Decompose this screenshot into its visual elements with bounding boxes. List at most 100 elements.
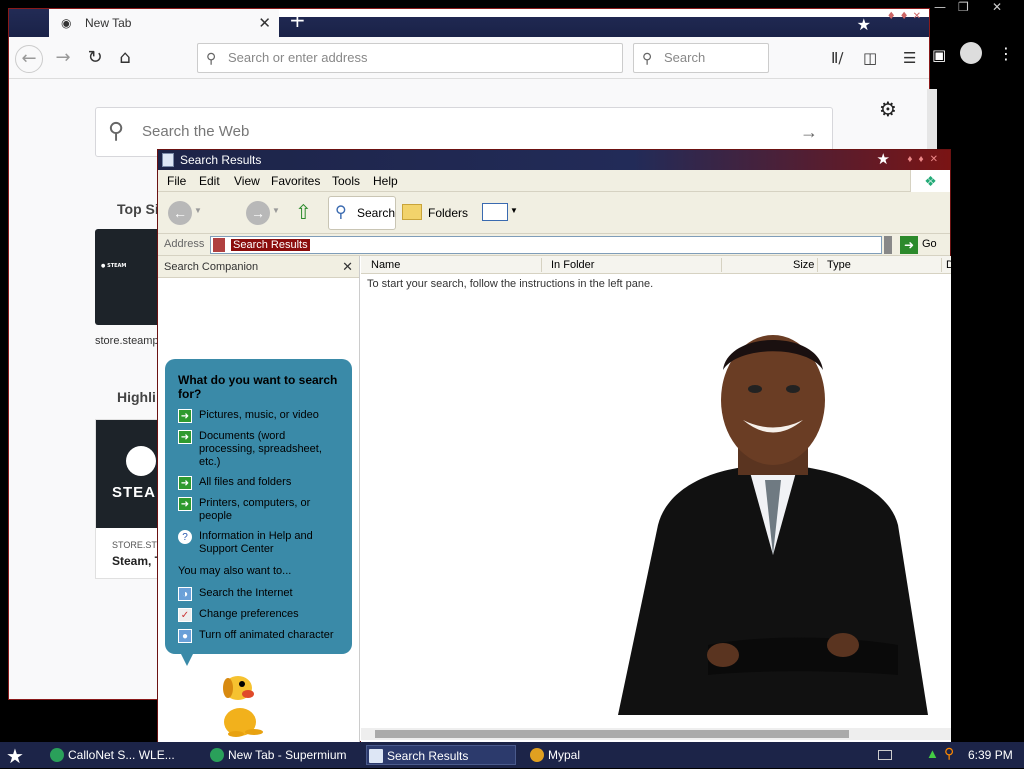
star-icon: ★ — [876, 151, 890, 168]
search-icon: ⚲ — [206, 50, 217, 66]
system-tray: ▲ ⚲ 6:39 PM — [922, 742, 1024, 768]
column-type[interactable]: Type — [827, 259, 851, 271]
green-arrow-icon: ➜ — [178, 497, 192, 511]
tab-strip-stripe — [269, 9, 929, 17]
folder-icon — [402, 204, 422, 220]
mypal-icon — [530, 748, 544, 762]
highlight-card[interactable]: STEA STORE.STE Steam, T — [95, 419, 165, 579]
menu-favorites[interactable]: Favorites — [271, 174, 320, 188]
column-headers: Name In Folder Size Type D — [361, 256, 954, 274]
menu-tools[interactable]: Tools — [332, 174, 360, 188]
taskbar-item-mypal[interactable]: Mypal — [528, 745, 628, 765]
more-options-icon[interactable]: ⋮ — [998, 44, 1014, 63]
start-star-icon[interactable]: ★ — [6, 744, 24, 769]
sidebar-toggle-icon[interactable]: ▣ — [932, 46, 946, 64]
menu-view[interactable]: View — [234, 174, 260, 188]
library-icon[interactable]: Ⅱ∕ — [831, 49, 843, 67]
explorer-title-bar[interactable]: Search Results ★ ♦♦✕ — [158, 150, 950, 170]
back-dropdown-icon[interactable]: ▼ — [194, 206, 202, 215]
search-dog-icon[interactable] — [214, 666, 266, 738]
web-search-placeholder: Search the Web — [142, 123, 250, 140]
menu-help[interactable]: Help — [373, 174, 398, 188]
highlights-heading: Highli — [117, 389, 156, 405]
up-folder-icon[interactable]: ⇧ — [295, 200, 317, 226]
search-companion-pane: Search Companion ✕ What do you want to s… — [158, 256, 360, 742]
taskbar-item-search-results[interactable]: Search Results — [366, 745, 516, 765]
clock[interactable]: 6:39 PM — [968, 748, 1013, 762]
taskbar-item-callonet[interactable]: CalloNet S... WLE... — [48, 745, 198, 765]
url-bar[interactable]: ⚲ Search or enter address — [197, 43, 623, 73]
profile-icon[interactable] — [960, 42, 982, 64]
forward-arrow-icon[interactable]: → — [246, 201, 270, 225]
taskbar-item-label: New Tab - Supermium — [228, 748, 347, 762]
top-site-label: store.steamp — [95, 335, 159, 347]
taskbar-item-label: Mypal — [548, 748, 581, 762]
outer-window-controls[interactable]: — ❐ ✕ — [930, 0, 1024, 18]
views-icon[interactable] — [482, 203, 508, 221]
column-date[interactable]: D — [946, 259, 954, 271]
forward-dropdown-icon[interactable]: ▼ — [272, 206, 280, 215]
window-controls[interactable]: ♦♦✕ — [887, 11, 925, 22]
go-arrow-icon[interactable]: ➜ — [900, 236, 918, 254]
network-icon[interactable]: ▲ — [926, 746, 939, 761]
tab-new-tab[interactable]: ◉ New Tab ✕ — [49, 9, 279, 37]
column-in-folder[interactable]: In Folder — [551, 259, 594, 271]
globe-icon: ◑ — [178, 587, 192, 601]
preferences-icon: ✓ — [178, 608, 192, 622]
search-icon: ⚲ — [108, 118, 125, 143]
address-value: Search Results — [231, 239, 310, 251]
tab-strip: ◉ New Tab ✕ + ★ ♦♦✕ — [9, 9, 929, 37]
close-icon[interactable]: ✕ — [342, 256, 353, 278]
folders-button[interactable]: Folders — [402, 201, 468, 225]
menu-icon[interactable]: ☰ — [903, 49, 916, 67]
sidebar-icon[interactable]: ◫ — [863, 49, 877, 67]
tab-title: New Tab — [85, 16, 132, 30]
column-size[interactable]: Size — [793, 259, 814, 271]
steam-logo: ● STEAM — [101, 263, 127, 269]
search-results-icon — [369, 749, 383, 763]
address-dropdown[interactable] — [884, 236, 892, 254]
explorer-title: Search Results — [180, 153, 262, 167]
keyboard-icon[interactable] — [878, 750, 892, 760]
taskbar-item-label: Search Results — [387, 749, 469, 763]
desktop: ◉ New Tab ✕ + ★ ♦♦✕ ← → ↻ ⌂ ⚲ Search or … — [0, 0, 1024, 768]
gear-icon[interactable]: ⚙ — [879, 97, 897, 121]
explorer-menu-bar: File Edit View Favorites Tools Help ❖ — [158, 170, 950, 192]
reload-icon[interactable]: ↻ — [81, 45, 109, 73]
menu-file[interactable]: File — [167, 174, 186, 188]
search-placeholder: Search — [664, 50, 706, 65]
bubble-tail — [181, 654, 193, 666]
search-icon: ⚲ — [642, 50, 653, 66]
new-tab-button[interactable]: + — [289, 9, 306, 31]
highlight-image: STEA — [96, 420, 164, 528]
menu-edit[interactable]: Edit — [199, 174, 220, 188]
forward-arrow-icon[interactable]: → — [49, 45, 77, 73]
search-companion-title: Search Companion — [164, 261, 259, 273]
back-arrow-icon[interactable]: ← — [168, 201, 192, 225]
top-site-tile[interactable]: ● STEAM — [95, 229, 165, 325]
explorer-window: Search Results ★ ♦♦✕ File Edit View Favo… — [157, 149, 954, 742]
address-label: Address — [164, 238, 205, 250]
address-bar: Address Search Results ➜ Go — [158, 234, 950, 256]
explorer-window-controls[interactable]: ♦♦✕ — [907, 150, 944, 170]
search-tray-icon[interactable]: ⚲ — [944, 745, 954, 762]
go-button[interactable]: Go — [922, 238, 937, 250]
app-icon — [50, 748, 64, 762]
back-arrow-icon[interactable]: ← — [15, 45, 43, 73]
search-assistant-bubble: What do you want to search for? ➜ Picture… — [165, 359, 352, 666]
help-icon: ? — [178, 530, 192, 544]
taskbar-item-new-tab[interactable]: New Tab - Supermium — [208, 745, 358, 765]
column-name[interactable]: Name — [371, 259, 400, 271]
address-input[interactable]: Search Results — [210, 236, 882, 254]
close-tab-icon[interactable]: ✕ — [258, 14, 271, 32]
restore-icon: ❐ — [958, 0, 969, 14]
search-hint: To start your search, follow the instruc… — [367, 278, 654, 290]
folders-button-label: Folders — [428, 206, 469, 220]
browser-favicon-icon: ◉ — [61, 16, 72, 30]
search-button[interactable]: ⚲ Search — [328, 196, 396, 230]
search-companion-header: Search Companion ✕ — [158, 256, 359, 278]
outer-toolbar: ▣ ⋮ — [930, 38, 1024, 74]
search-bar[interactable]: ⚲ Search — [633, 43, 769, 73]
home-icon[interactable]: ⌂ — [111, 45, 139, 73]
views-dropdown-icon[interactable]: ▼ — [510, 206, 518, 215]
